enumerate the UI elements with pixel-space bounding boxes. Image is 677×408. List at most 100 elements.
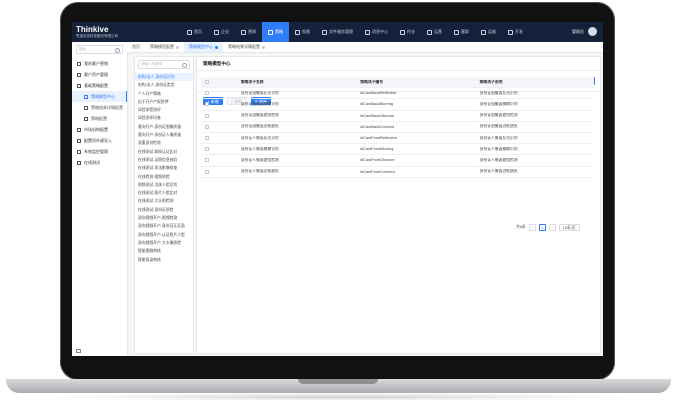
table-row[interactable]: 身份证人像面遮挡检测 idCardFrontObscure 身份证人像面遮挡检测 <box>201 155 594 167</box>
sidebar-item-4[interactable]: 策略结果详情配置 <box>72 102 127 113</box>
strategy-tree-panel: 请输入关键词 机构/法人-身份证识别 机构/法人-身份证类型 个人开户策略 出于开户产… <box>134 56 194 354</box>
tree-node[interactable]: 意向开户-身份证人像质量 <box>135 131 193 139</box>
sidebar-item-9[interactable]: 在线测试 <box>72 157 127 168</box>
tree-search-input[interactable]: 请输入关键词 <box>138 60 190 69</box>
sidebar-item-3[interactable]: 策略模型中心 <box>72 91 127 102</box>
topnav-item-0[interactable]: 首页 <box>181 22 208 42</box>
page-size-select[interactable]: 10条/页 <box>558 224 580 231</box>
sidebar-search-placeholder: 搜索 <box>79 47 86 51</box>
tab-0[interactable]: 首页 <box>127 42 145 52</box>
row-checkbox[interactable] <box>204 169 209 174</box>
sidebar-item-label: 客户资产管理 <box>84 71 108 77</box>
tree-node[interactable]: 在线测试-照片人脸比对 <box>135 189 193 197</box>
tab-2[interactable]: 策略模型中心 <box>184 42 223 52</box>
table-row[interactable]: 身份证人像面反光识别 idCardFrontReflective 身份证人像面反光识… <box>201 133 594 145</box>
row-checkbox[interactable] <box>204 91 209 96</box>
row-checkbox[interactable] <box>204 113 209 118</box>
tree-node[interactable]: 智能客服审核 <box>135 247 193 255</box>
table-row[interactable]: 身份证人像面边框缺失 idCardFrontCovered 身份证人像面边框缺失 <box>201 167 594 178</box>
close-tab-icon[interactable] <box>176 45 179 49</box>
tree-node[interactable]: 在线检测-视频质检 <box>135 173 193 181</box>
row-checkbox[interactable] <box>204 102 209 107</box>
tree-node[interactable]: 机构/法人-身份证识别 <box>135 73 193 82</box>
row-checkbox[interactable] <box>204 147 209 152</box>
sidebar-item-label: 策略结果详情配置 <box>91 104 123 110</box>
tree-node[interactable]: 在线测试-联网认证比对 <box>135 148 193 156</box>
sidebar-search-input[interactable]: 搜索 <box>76 45 123 54</box>
table-cell: 身份证人像面模糊识别 <box>479 146 518 151</box>
row-select-cell <box>201 136 213 141</box>
user-menu[interactable]: 管理员 <box>572 27 597 36</box>
topnav-item-3[interactable]: 策略 <box>262 22 289 42</box>
sidebar-item-2[interactable]: 基础策略配置 <box>72 80 127 91</box>
tree-node[interactable]: 双向视频开户-身份证正反面 <box>135 222 193 230</box>
tab-1[interactable]: 策略模型配置 <box>145 42 184 52</box>
sidebar-menu: 我的客户营销客户资产管理基础策略配置策略模型中心策略结果详情配置 策略配置市场机构… <box>72 58 127 168</box>
current-page-button[interactable]: 1 <box>538 224 546 231</box>
topnav-label: 企业 <box>221 29 229 34</box>
tree-node[interactable]: 风险测评问卷 <box>135 114 193 122</box>
avatar[interactable] <box>588 27 597 36</box>
select-all-checkbox[interactable] <box>204 80 209 85</box>
topnav-item-10[interactable]: 运维 <box>475 22 502 42</box>
sidebar-item-5[interactable]: 策略配置 <box>72 113 127 124</box>
tree-node[interactable]: 双重身份检测 <box>135 139 193 147</box>
table-row[interactable]: 身份证国徽面反光识别 idCardBackReflective 身份证国徽面反光识别 <box>201 88 594 100</box>
prev-page-button[interactable]: ‹ <box>528 224 536 231</box>
topnav-item-2[interactable]: 营销 <box>235 22 262 42</box>
tree-node[interactable]: 在线测试-非法影像排查 <box>135 164 193 172</box>
topnav-item-4[interactable]: 权限 <box>289 22 316 42</box>
table-row[interactable]: 身份证人像面模糊识别 idCardFrontBlurring 身份证人像面模糊识别 <box>201 144 594 156</box>
sidebar-item-8[interactable]: 系统监控管理 <box>72 146 127 157</box>
sidebar: 搜索 我的客户营销客户资产管理基础策略配置策略模型中心策略结果详情配置 策略配置市… <box>72 42 128 356</box>
tree-node[interactable]: 个人开户策略 <box>135 90 193 98</box>
table-cell: idCardBackReflective <box>360 91 397 96</box>
table-row[interactable]: 身份证国徽面遮挡检测 idCardBackObscure 身份证国徽面遮挡检测 <box>201 111 594 122</box>
sidebar-item-1[interactable]: 客户资产管理 <box>72 69 127 80</box>
tab-3[interactable]: 策略结果详情配置 <box>223 42 270 52</box>
menu-icon <box>77 138 81 143</box>
tree-node[interactable]: 机构/法人-身份证类型 <box>135 81 193 89</box>
tab-label: 策略模型中心 <box>189 44 213 49</box>
next-page-button[interactable]: › <box>548 224 556 231</box>
sidebar-item-label: 策略配置 <box>91 115 107 121</box>
sidebar-item-label: 配置项外键导入 <box>84 137 112 143</box>
tree-node[interactable]: 双向视频开户-认证照片人脸 <box>135 231 193 239</box>
topnav-item-9[interactable]: 客群 <box>448 22 475 42</box>
task-icon <box>400 29 405 35</box>
topnav-item-7[interactable]: 作业 <box>394 22 421 42</box>
sidebar-item-label: 市场机构配置 <box>84 126 108 132</box>
tree-node[interactable]: 智能双录审核 <box>135 256 193 264</box>
tree-node[interactable]: 意向开户-身份证图像质量 <box>135 123 193 131</box>
topnav-item-11[interactable]: 开发 <box>502 22 529 42</box>
tree-node[interactable]: 出于开户产权质押 <box>135 98 193 106</box>
tree-node[interactable]: 在线测试-身份证质检 <box>135 206 193 214</box>
tab-label: 策略模型配置 <box>150 44 174 49</box>
home-icon <box>187 29 192 35</box>
close-tab-icon[interactable] <box>262 45 265 49</box>
sidebar-item-label: 策略模型中心 <box>91 93 115 99</box>
tree-node[interactable]: 在线测试-大头照检测 <box>135 197 193 205</box>
topnav-item-1[interactable]: 企业 <box>208 22 235 42</box>
row-checkbox[interactable] <box>204 124 209 129</box>
sidebar-item-0[interactable]: 我的客户营销 <box>72 58 127 69</box>
title-divider <box>197 70 600 71</box>
sidebar-item-7[interactable]: 配置项外键导入 <box>72 135 127 146</box>
tree-node[interactable]: 在线测试-证照信息核验 <box>135 156 193 164</box>
tree-node[interactable]: 双向视频开户-大头像质检 <box>135 239 193 247</box>
collapse-sidebar-icon[interactable] <box>76 349 81 353</box>
topnav-item-5[interactable]: 文件服务管理 <box>316 22 359 42</box>
tree-node[interactable]: 风险承受测评 <box>135 106 193 114</box>
row-checkbox[interactable] <box>204 136 209 141</box>
row-checkbox[interactable] <box>204 158 209 163</box>
table-row[interactable]: 身份证国徽面模糊识别 idCardBackBlurring 身份证国徽面模糊识别 <box>201 99 594 111</box>
close-tab-icon[interactable] <box>215 45 218 49</box>
table-row[interactable]: 身份证国徽面边框缺失 idCardBackCovered 身份证国徽面边框缺失 <box>201 122 594 133</box>
topnav-item-6[interactable]: 消息中心 <box>359 22 394 42</box>
sidebar-item-6[interactable]: 市场机构配置 <box>72 124 127 135</box>
tab-label: 策略结果详情配置 <box>228 44 260 49</box>
bell-icon <box>365 29 370 35</box>
tree-node[interactable]: 视频测试-活体人脸识别 <box>135 181 193 189</box>
tree-node[interactable]: 双向视频开户-视频检测 <box>135 214 193 222</box>
topnav-item-8[interactable]: 运营 <box>421 22 448 42</box>
